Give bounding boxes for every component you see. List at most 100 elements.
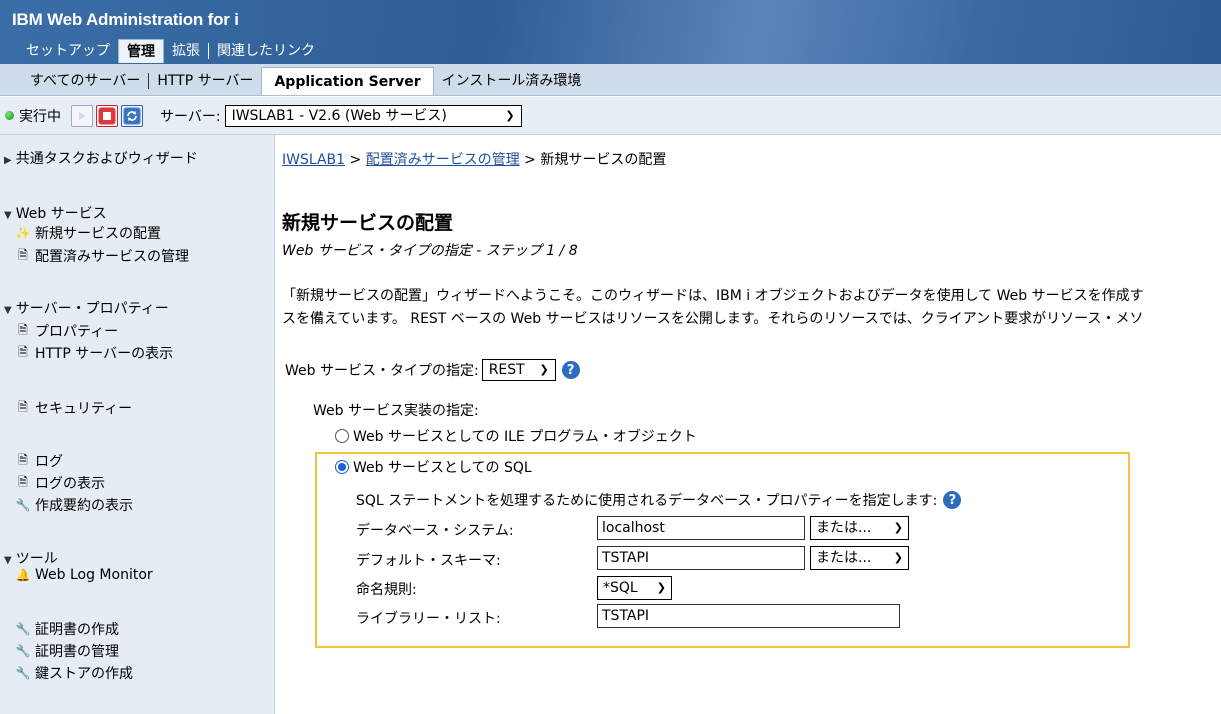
sidebar-item-logs[interactable]: 🗎 ログ: [17, 451, 63, 471]
triangle-right-icon: ▶: [4, 155, 12, 166]
start-button[interactable]: [71, 104, 93, 127]
wizard-icon: ✨: [15, 226, 31, 240]
implementation-label: Web サービス実装の指定:: [313, 403, 479, 419]
sub-tabs: すべてのサーバー HTTP サーバー Application Server イン…: [0, 64, 1221, 96]
sidebar-item-manage-deployed-services[interactable]: 🗎 配置済みサービスの管理: [17, 246, 189, 266]
db-system-or-select[interactable]: または... ❯: [810, 516, 909, 540]
tab-setup[interactable]: セットアップ: [18, 39, 118, 63]
sidebar-item-properties[interactable]: 🗎 プロパティー: [17, 321, 118, 341]
radio-sql-label: Web サービスとしての SQL: [353, 460, 532, 476]
sidebar-item-security[interactable]: 🗎 セキュリティー: [17, 398, 132, 418]
page-icon: 🗎: [18, 452, 28, 467]
naming-convention-select[interactable]: *SQL ❯: [597, 576, 672, 600]
triangle-down-icon: ▼: [4, 305, 12, 316]
page-icon: 🗎: [18, 399, 28, 414]
default-schema-input[interactable]: TSTAPI: [597, 546, 805, 570]
sidebar-tools[interactable]: ▼ ツール: [4, 548, 58, 568]
bell-icon: 🔔: [15, 568, 31, 582]
tool-icon: 🔧: [15, 666, 31, 680]
sql-description-text: SQL ステートメントを処理するために使用されるデータベース・プロパティーを指定…: [356, 493, 938, 509]
chevron-down-icon: ❯: [505, 108, 515, 122]
chevron-down-icon: ❯: [893, 551, 903, 564]
app-title: IBM Web Administration for i: [12, 10, 239, 29]
sql-description: SQL ステートメントを処理するために使用されるデータベース・プロパティーを指定…: [356, 490, 962, 510]
stop-button[interactable]: [96, 104, 118, 127]
help-icon[interactable]: ?: [943, 491, 962, 509]
sidebar-section-label: ツール: [15, 551, 58, 567]
breadcrumb-link-server[interactable]: IWSLAB1: [282, 152, 345, 168]
sidebar-item-view-logs[interactable]: 🗎 ログの表示: [17, 473, 105, 493]
sidebar-item-label: HTTP サーバーの表示: [35, 346, 174, 362]
service-type-value: REST: [488, 362, 525, 378]
sidebar-section-label: サーバー・プロパティー: [15, 301, 169, 317]
sidebar-server-properties[interactable]: ▼ サーバー・プロパティー: [4, 298, 169, 318]
intro-line-1: 「新規サービスの配置」ウィザードへようこそ。このウィザードは、IBM i オブジ…: [282, 288, 1144, 304]
sidebar-section-label: Web サービス: [15, 206, 107, 222]
sidebar-item-label: 証明書の管理: [35, 644, 119, 660]
page-icon: 🗎: [18, 344, 28, 359]
tab-application-server[interactable]: Application Server: [261, 67, 434, 95]
sidebar-section-label: 共通タスクおよびウィザード: [15, 151, 198, 167]
naming-select-value: *SQL: [603, 580, 638, 596]
sidebar-item-deploy-new-service[interactable]: ✨ 新規サービスの配置: [15, 223, 161, 243]
refresh-icon: [123, 107, 141, 124]
sidebar-item-label: 配置済みサービスの管理: [35, 249, 189, 265]
page-title: 新規サービスの配置: [282, 212, 454, 234]
server-status: 実行中: [19, 108, 61, 125]
sidebar-item-create-certificate[interactable]: 🔧 証明書の作成: [15, 619, 119, 639]
db-system-input[interactable]: localhost: [597, 516, 805, 540]
chevron-down-icon: ❯: [539, 363, 549, 376]
radio-button[interactable]: [335, 429, 349, 443]
or-select-value: または...: [816, 520, 872, 536]
naming-convention-label: 命名規則:: [356, 582, 417, 598]
radio-ile-program[interactable]: Web サービスとしての ILE プログラム・オブジェクト: [335, 426, 697, 446]
sidebar-item-label: 新規サービスの配置: [35, 226, 161, 242]
default-schema-label: デフォルト・スキーマ:: [356, 553, 501, 569]
stop-icon: [98, 107, 116, 124]
running-status-icon: [5, 111, 14, 120]
server-select[interactable]: IWSLAB1 - V2.6 (Web サービス) ❯: [224, 104, 522, 127]
play-icon: [79, 111, 86, 120]
library-list-input[interactable]: TSTAPI: [597, 604, 900, 628]
toolbar: 実行中 サーバー: IWSLAB1 - V2.6 (Web サービス) ❯: [0, 97, 1221, 135]
tool-icon: 🔧: [15, 644, 31, 658]
sidebar-item-manage-certificates[interactable]: 🔧 証明書の管理: [15, 641, 119, 661]
breadcrumb: IWSLAB1 > 配置済みサービスの管理 > 新規サービスの配置: [282, 149, 666, 169]
tool-icon: 🔧: [15, 622, 31, 636]
refresh-button[interactable]: [121, 104, 143, 127]
or-select-value: または...: [816, 550, 872, 566]
sidebar-item-view-create-summary[interactable]: 🔧 作成要約の表示: [15, 495, 133, 515]
sidebar-item-view-http-servers[interactable]: 🗎 HTTP サーバーの表示: [17, 343, 173, 363]
default-schema-or-select[interactable]: または... ❯: [810, 546, 909, 570]
help-icon[interactable]: ?: [561, 361, 580, 379]
radio-button-selected[interactable]: [335, 460, 349, 474]
main-tabs: セットアップ 管理 拡張 関連したリンク: [18, 38, 323, 64]
tab-installed-environments[interactable]: インストール済み環境: [434, 67, 590, 95]
page-icon: 🗎: [18, 474, 28, 489]
tab-all-servers[interactable]: すべてのサーバー: [22, 67, 148, 95]
sidebar-item-label: Web Log Monitor: [35, 567, 153, 583]
service-type-select[interactable]: REST ❯: [481, 359, 556, 381]
tab-http-server[interactable]: HTTP サーバー: [149, 67, 261, 95]
tool-icon: 🔧: [15, 498, 31, 512]
sidebar-common-tasks[interactable]: ▶ 共通タスクおよびウィザード: [4, 148, 198, 168]
app-header: IBM Web Administration for i セットアップ 管理 拡…: [0, 0, 1221, 64]
tab-related-links[interactable]: 関連したリンク: [209, 39, 323, 63]
page-icon: 🗎: [18, 322, 28, 337]
sidebar-item-label: セキュリティー: [35, 401, 133, 417]
sidebar-item-create-keystore[interactable]: 🔧 鍵ストアの作成: [15, 663, 133, 683]
sidebar-item-web-log-monitor[interactable]: 🔔 Web Log Monitor: [15, 567, 153, 583]
tab-manage[interactable]: 管理: [118, 39, 164, 63]
intro-text: 「新規サービスの配置」ウィザードへようこそ。このウィザードは、IBM i オブジ…: [282, 285, 1221, 331]
sidebar-web-services[interactable]: ▼ Web サービス: [4, 203, 107, 223]
db-system-label: データベース・システム:: [356, 523, 514, 539]
breadcrumb-link-manage-deployed[interactable]: 配置済みサービスの管理: [366, 152, 520, 168]
server-select-value: IWSLAB1 - V2.6 (Web サービス): [231, 107, 447, 124]
radio-sql[interactable]: Web サービスとしての SQL: [335, 457, 532, 477]
service-type-row: Web サービス・タイプの指定: REST ❯ ?: [285, 359, 580, 381]
sidebar: ▶ 共通タスクおよびウィザード ▼ Web サービス ✨ 新規サービスの配置 🗎 配置済…: [0, 135, 275, 714]
sidebar-item-label: 証明書の作成: [35, 622, 119, 638]
service-type-label: Web サービス・タイプの指定:: [285, 363, 479, 379]
triangle-down-icon: ▼: [4, 555, 12, 566]
tab-advanced[interactable]: 拡張: [164, 39, 208, 63]
